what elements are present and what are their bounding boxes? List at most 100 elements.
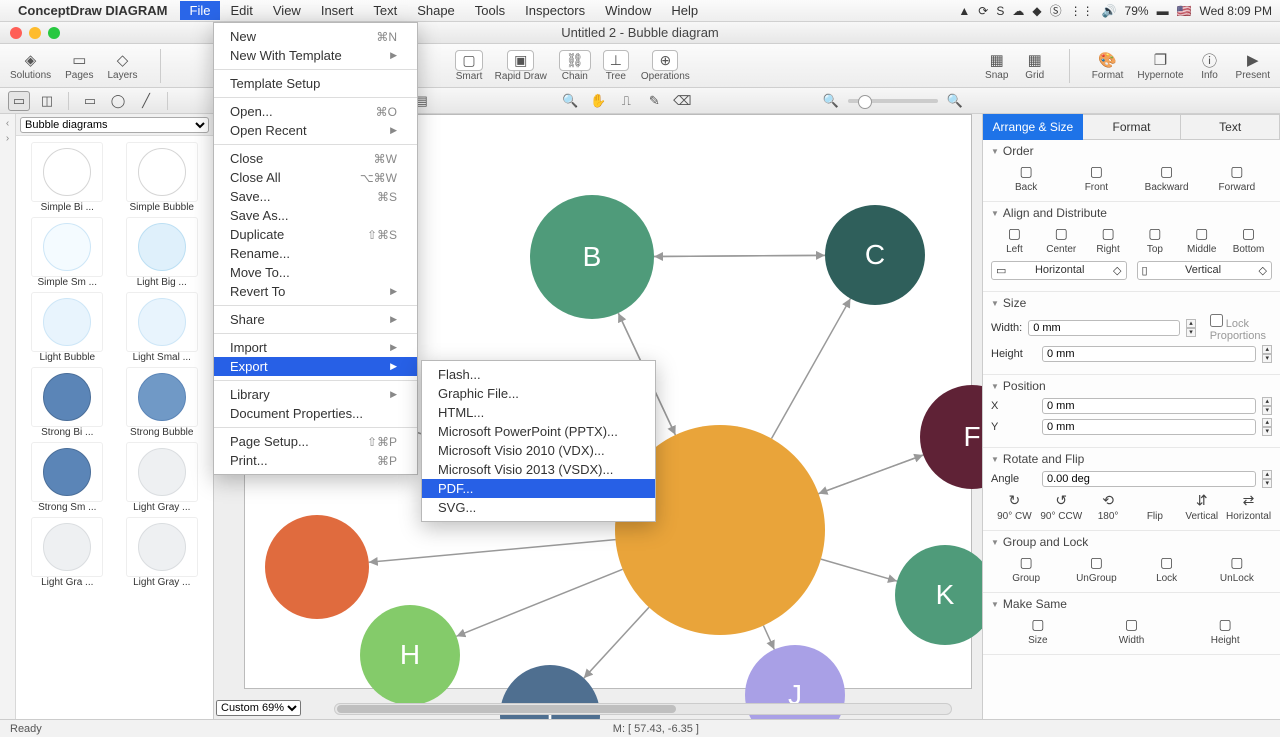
inspector-tab-arrange-size[interactable]: Arrange & Size xyxy=(983,114,1083,140)
section-size[interactable]: Size xyxy=(991,296,1272,310)
ribbon-rapid-draw[interactable]: ▣Rapid Draw xyxy=(495,50,547,82)
nav-prev[interactable]: ‹ xyxy=(6,118,9,129)
makesame-size[interactable]: ▢Size xyxy=(991,615,1085,646)
align-right[interactable]: ▢Right xyxy=(1085,224,1132,255)
menu-inspectors[interactable]: Inspectors xyxy=(515,1,595,20)
menu-tools[interactable]: Tools xyxy=(465,1,515,20)
flag-icon[interactable]: 🇺🇸 xyxy=(1177,4,1192,18)
file-menu-duplicate[interactable]: Duplicate⇧⌘S xyxy=(214,225,417,244)
zoom-window-button[interactable] xyxy=(48,27,60,39)
zoom-out-icon[interactable]: 🔍 xyxy=(820,91,842,111)
rect-tool[interactable]: ▭ xyxy=(79,91,101,111)
group-ungroup[interactable]: ▢UnGroup xyxy=(1061,553,1131,584)
file-menu-close-all[interactable]: Close All⌥⌘W xyxy=(214,168,417,187)
library-shape[interactable]: Simple Bubble xyxy=(117,142,208,213)
group-unlock[interactable]: ▢UnLock xyxy=(1202,553,1272,584)
bubble-K[interactable]: K xyxy=(895,545,982,645)
ribbon-tree[interactable]: ⊥Tree xyxy=(603,50,629,82)
distribute-vertical[interactable]: ▯ Vertical◇ xyxy=(1137,261,1273,280)
order-back[interactable]: ▢Back xyxy=(991,162,1061,193)
menu-insert[interactable]: Insert xyxy=(311,1,364,20)
status-icon[interactable]: ◆ xyxy=(1032,4,1041,18)
marquee-tool[interactable]: ◫ xyxy=(36,91,58,111)
ribbon-solutions[interactable]: ◈Solutions xyxy=(10,50,51,81)
bubble-H[interactable]: H xyxy=(360,605,460,705)
library-shape[interactable]: Simple Sm ... xyxy=(22,217,113,288)
zoom-tool[interactable]: 🔍 xyxy=(559,91,581,111)
library-shape[interactable]: Light Gray ... xyxy=(117,517,208,588)
y-input[interactable] xyxy=(1042,419,1256,435)
file-menu-revert-to[interactable]: Revert To xyxy=(214,282,417,301)
zoom-select[interactable]: Custom 69% xyxy=(216,700,301,716)
export-flash-[interactable]: Flash... xyxy=(422,365,655,384)
align-bottom[interactable]: ▢Bottom xyxy=(1225,224,1272,255)
group-lock[interactable]: ▢Lock xyxy=(1132,553,1202,584)
inspector-tab-format[interactable]: Format xyxy=(1083,114,1182,140)
makesame-height[interactable]: ▢Height xyxy=(1178,615,1272,646)
library-shape[interactable]: Strong Bi ... xyxy=(22,367,113,438)
ribbon-hypernote[interactable]: ❐Hypernote xyxy=(1137,50,1183,81)
stamp-tool[interactable]: ⎍ xyxy=(615,91,637,111)
file-menu-print-[interactable]: Print...⌘P xyxy=(214,451,417,470)
file-menu-rename-[interactable]: Rename... xyxy=(214,244,417,263)
file-menu-share[interactable]: Share xyxy=(214,310,417,329)
menu-view[interactable]: View xyxy=(263,1,311,20)
app-name[interactable]: ConceptDraw DIAGRAM xyxy=(18,3,168,18)
ribbon-info[interactable]: ⓘInfo xyxy=(1198,50,1222,81)
order-forward[interactable]: ▢Forward xyxy=(1202,162,1272,193)
menu-window[interactable]: Window xyxy=(595,1,661,20)
hand-tool[interactable]: ✋ xyxy=(587,91,609,111)
battery-icon[interactable]: ▬ xyxy=(1157,4,1169,18)
file-menu-close[interactable]: Close⌘W xyxy=(214,149,417,168)
ribbon-smart[interactable]: ▢Smart xyxy=(455,50,482,82)
export-graphic-file-[interactable]: Graphic File... xyxy=(422,384,655,403)
export-pdf-[interactable]: PDF... xyxy=(422,479,655,498)
status-icon[interactable]: S xyxy=(996,4,1004,18)
export-microsoft-visio-vsdx-[interactable]: Microsoft Visio 2013 (VSDX)... xyxy=(422,460,655,479)
menu-edit[interactable]: Edit xyxy=(220,1,262,20)
lock-proportions-checkbox[interactable] xyxy=(1210,314,1223,327)
rotate-90cw[interactable]: ↻90° CW xyxy=(991,491,1038,522)
export-svg-[interactable]: SVG... xyxy=(422,498,655,517)
makesame-width[interactable]: ▢Width xyxy=(1085,615,1179,646)
ribbon-snap[interactable]: ▦Snap xyxy=(985,50,1009,81)
ribbon-present[interactable]: ▶Present xyxy=(1236,50,1270,81)
x-input[interactable] xyxy=(1042,398,1256,414)
zoom-slider[interactable] xyxy=(848,99,938,103)
file-menu-save-[interactable]: Save...⌘S xyxy=(214,187,417,206)
minimize-window-button[interactable] xyxy=(29,27,41,39)
library-shape[interactable]: Light Big ... xyxy=(117,217,208,288)
section-order[interactable]: Order xyxy=(991,144,1272,158)
menu-help[interactable]: Help xyxy=(661,1,708,20)
flip-horizontal[interactable]: ⇄Horizontal xyxy=(1225,491,1272,522)
ribbon-operations[interactable]: ⊕Operations xyxy=(641,50,690,82)
horizontal-scrollbar[interactable] xyxy=(334,703,952,715)
inspector-tab-text[interactable]: Text xyxy=(1181,114,1280,140)
section-rotate[interactable]: Rotate and Flip xyxy=(991,452,1272,466)
library-shape[interactable]: Strong Sm ... xyxy=(22,442,113,513)
file-menu-new[interactable]: New⌘N xyxy=(214,27,417,46)
status-icon[interactable]: ⟳ xyxy=(978,4,988,18)
ribbon-format[interactable]: 🎨Format xyxy=(1092,50,1124,81)
wifi-icon[interactable]: ⋮⋮ xyxy=(1070,4,1094,18)
library-shape[interactable]: Simple Bi ... xyxy=(22,142,113,213)
cloud-icon[interactable]: ☁ xyxy=(1012,4,1024,18)
angle-input[interactable] xyxy=(1042,471,1256,487)
export-microsoft-powerpoint-pptx-[interactable]: Microsoft PowerPoint (PPTX)... xyxy=(422,422,655,441)
distribute-horizontal[interactable]: ▭ Horizontal◇ xyxy=(991,261,1127,280)
eyedropper-tool[interactable]: ✎ xyxy=(643,91,665,111)
file-menu-move-to-[interactable]: Move To... xyxy=(214,263,417,282)
align-top[interactable]: ▢Top xyxy=(1131,224,1178,255)
ribbon-layers[interactable]: ◇Layers xyxy=(108,50,138,81)
vlc-icon[interactable]: ▲ xyxy=(958,4,970,18)
rotate-90ccw[interactable]: ↺90° CCW xyxy=(1038,491,1085,522)
export-html-[interactable]: HTML... xyxy=(422,403,655,422)
close-window-button[interactable] xyxy=(10,27,22,39)
skype-icon[interactable]: Ⓢ xyxy=(1050,2,1062,19)
file-menu-export[interactable]: Export xyxy=(214,357,417,376)
order-backward[interactable]: ▢Backward xyxy=(1132,162,1202,193)
rotate-180[interactable]: ⟲180° xyxy=(1085,491,1132,522)
section-group[interactable]: Group and Lock xyxy=(991,535,1272,549)
nav-next[interactable]: › xyxy=(6,133,9,144)
file-menu-library[interactable]: Library xyxy=(214,385,417,404)
